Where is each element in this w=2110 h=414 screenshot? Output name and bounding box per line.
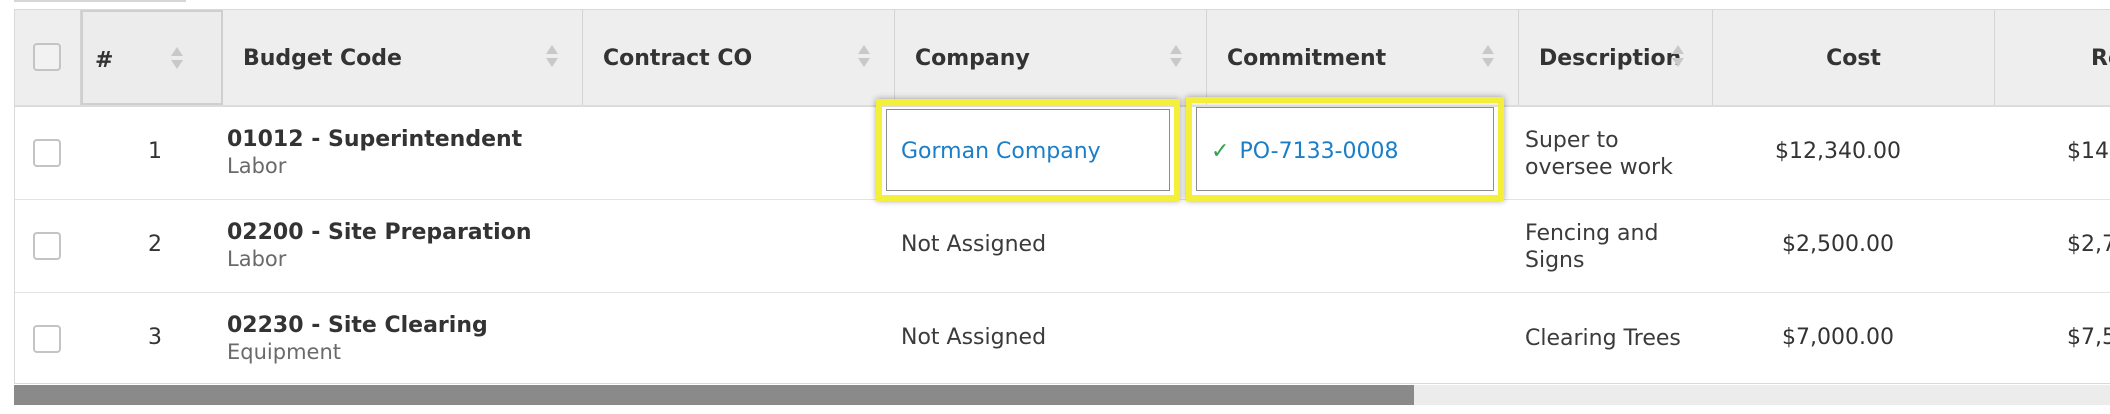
sort-icon[interactable] [171,45,183,73]
row-description: Fencing and Signs [1525,221,1659,273]
company-value: Not Assigned [901,325,1047,350]
header-cost-label: Cost [1826,46,1881,71]
header-contract-co-label: Contract CO [603,46,753,71]
header-number[interactable]: # [81,10,223,105]
header-revised-label: Rev [2091,46,2110,71]
budget-category: Labor [227,247,287,271]
row-checkbox[interactable] [33,139,61,167]
header-contract-co[interactable]: Contract CO [583,10,895,105]
header-budget-code-label: Budget Code [243,46,402,71]
header-cost[interactable]: Cost [1713,10,1995,105]
row-number: 3 [148,325,162,350]
table-row[interactable]: 2 02200 - Site Preparation Labor Not Ass… [15,200,2110,293]
header-commitment[interactable]: Commitment [1207,10,1519,105]
sort-icon[interactable] [858,43,870,71]
row-cost: $7,000.00 [1782,325,1894,350]
scrollbar-thumb[interactable] [14,385,1414,405]
budget-code: 01012 - Superintendent [227,127,523,152]
row-revised: $14, [2067,139,2110,164]
header-description[interactable]: Description [1519,10,1713,105]
header-commitment-label: Commitment [1227,46,1387,71]
row-cost: $12,340.00 [1775,139,1901,164]
header-number-label: # [95,48,114,73]
row-checkbox[interactable] [33,325,61,353]
row-revised: $2,7 [2067,232,2110,257]
row-description: Super to oversee work [1525,128,1673,180]
header-description-label: Description [1539,46,1682,71]
budget-code: 02200 - Site Preparation [227,220,532,245]
select-all-checkbox[interactable] [33,43,61,71]
sort-icon[interactable] [1482,43,1494,71]
sort-icon[interactable] [546,43,558,71]
top-divider [14,0,186,2]
header-budget-code[interactable]: Budget Code [223,10,583,105]
sort-icon[interactable] [1170,43,1182,71]
commitment-highlight [1186,97,1504,201]
row-cost: $2,500.00 [1782,232,1894,257]
budget-code: 02230 - Site Clearing [227,313,488,338]
header-select-cell [15,10,81,105]
row-description: Clearing Trees [1525,326,1681,351]
table-header: # Budget Code Contract CO Company Commit… [15,10,2110,107]
budget-category: Equipment [227,340,341,364]
sort-icon[interactable] [1672,43,1684,71]
row-checkbox[interactable] [33,232,61,260]
company-highlight [876,99,1180,201]
row-number: 2 [148,232,162,257]
company-value: Not Assigned [901,232,1047,257]
row-number: 1 [148,139,162,164]
header-company[interactable]: Company [895,10,1207,105]
row-revised: $7,5 [2067,325,2110,350]
header-revised[interactable]: Rev [1995,10,2110,105]
header-company-label: Company [915,46,1030,71]
table-row[interactable]: 3 02230 - Site Clearing Equipment Not As… [15,293,2110,383]
budget-category: Labor [227,154,287,178]
